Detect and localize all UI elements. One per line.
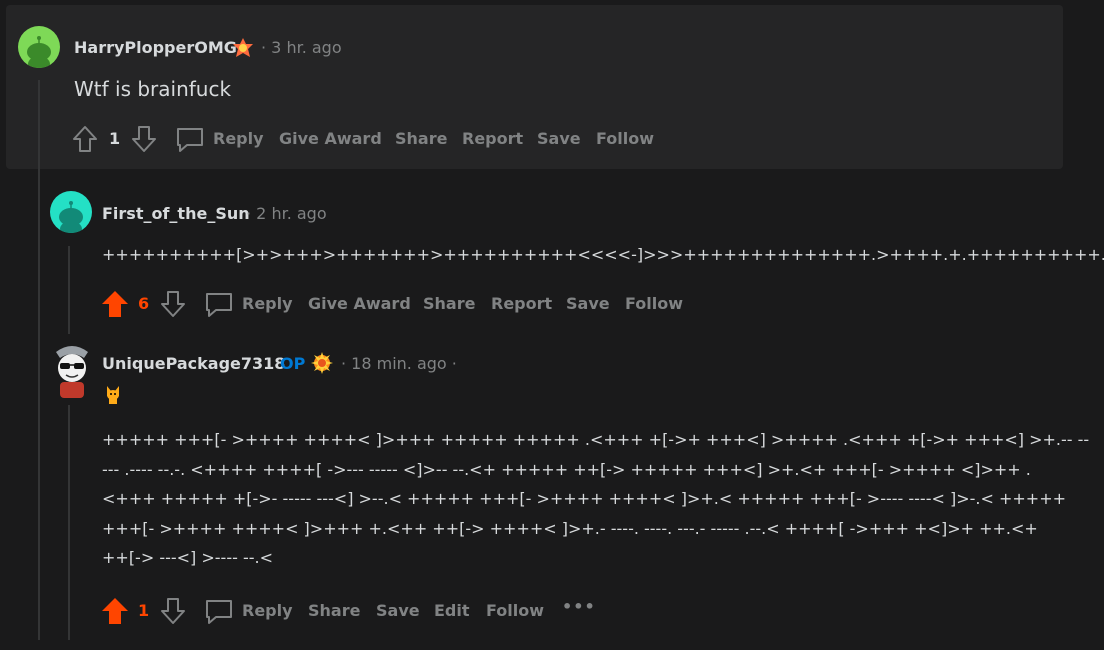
vote-count: 6 [138,294,150,313]
follow-button[interactable]: Follow [596,129,654,148]
downvote-icon[interactable] [160,597,186,629]
thread-line[interactable] [68,405,70,640]
report-button[interactable]: Report [491,294,552,313]
username[interactable]: HarryPlopperOMG [74,38,237,57]
reply-button[interactable]: Reply [242,601,293,620]
follow-button[interactable]: Follow [486,601,544,620]
edit-button[interactable]: Edit [434,601,470,620]
code-line: <+++ +++++ +[->- ----- ---<] >--.< +++++… [102,489,1066,508]
more-options-button[interactable]: ••• [562,597,596,616]
comment-body: ++++++++++[>+>+++>+++++++>++++++++++<<<<… [102,245,1104,264]
reply-button[interactable]: Reply [213,129,264,148]
avatar[interactable] [18,26,60,68]
timestamp: · 18 min. ago · [341,354,457,373]
reply-icon[interactable] [204,598,234,630]
upvote-icon[interactable] [72,125,98,157]
timestamp: · 3 hr. ago [261,38,342,57]
save-button[interactable]: Save [537,129,581,148]
give-award-button[interactable]: Give Award [308,294,411,313]
award-icon [310,351,334,379]
report-button[interactable]: Report [462,129,523,148]
username[interactable]: UniquePackage7318 [102,354,285,373]
upvote-icon[interactable] [101,290,129,322]
share-button[interactable]: Share [308,601,360,620]
comment-body: +++++ +++[- >++++ ++++< ]>+++ +++++ ++++… [102,425,1089,573]
upvote-icon[interactable] [101,597,129,629]
share-button[interactable]: Share [423,294,475,313]
downvote-icon[interactable] [160,290,186,322]
reply-icon[interactable] [204,291,234,323]
code-line: +++[- >++++ ++++< ]>+++ +.<++ ++[-> ++++… [102,518,1038,538]
reply-icon[interactable] [175,126,205,158]
share-button[interactable]: Share [395,129,447,148]
op-badge: OP [280,354,306,373]
thread-line[interactable] [68,246,70,334]
downvote-icon[interactable] [131,125,157,157]
avatar[interactable] [50,191,92,233]
vote-count: 1 [138,601,150,620]
thread-line[interactable] [38,80,40,640]
reply-button[interactable]: Reply [242,294,293,313]
code-line: --- .---- --.-. <++++ ++++[ ->--- ----- … [102,459,1031,479]
vote-count: 1 [109,129,121,148]
save-button[interactable]: Save [566,294,610,313]
timestamp: · 2 hr. ago [246,204,327,223]
comment-body: Wtf is brainfuck [74,77,232,101]
code-line: ++[-> ---<] >---- --.< [102,548,273,567]
follow-button[interactable]: Follow [625,294,683,313]
cat-flair-icon [103,384,123,410]
code-line: +++++ +++[- >++++ ++++< ]>+++ +++++ ++++… [102,430,1090,449]
give-award-button[interactable]: Give Award [279,129,382,148]
avatar[interactable] [50,344,94,398]
save-button[interactable]: Save [376,601,420,620]
username[interactable]: First_of_the_Sun [102,204,250,223]
award-icon [231,36,255,64]
